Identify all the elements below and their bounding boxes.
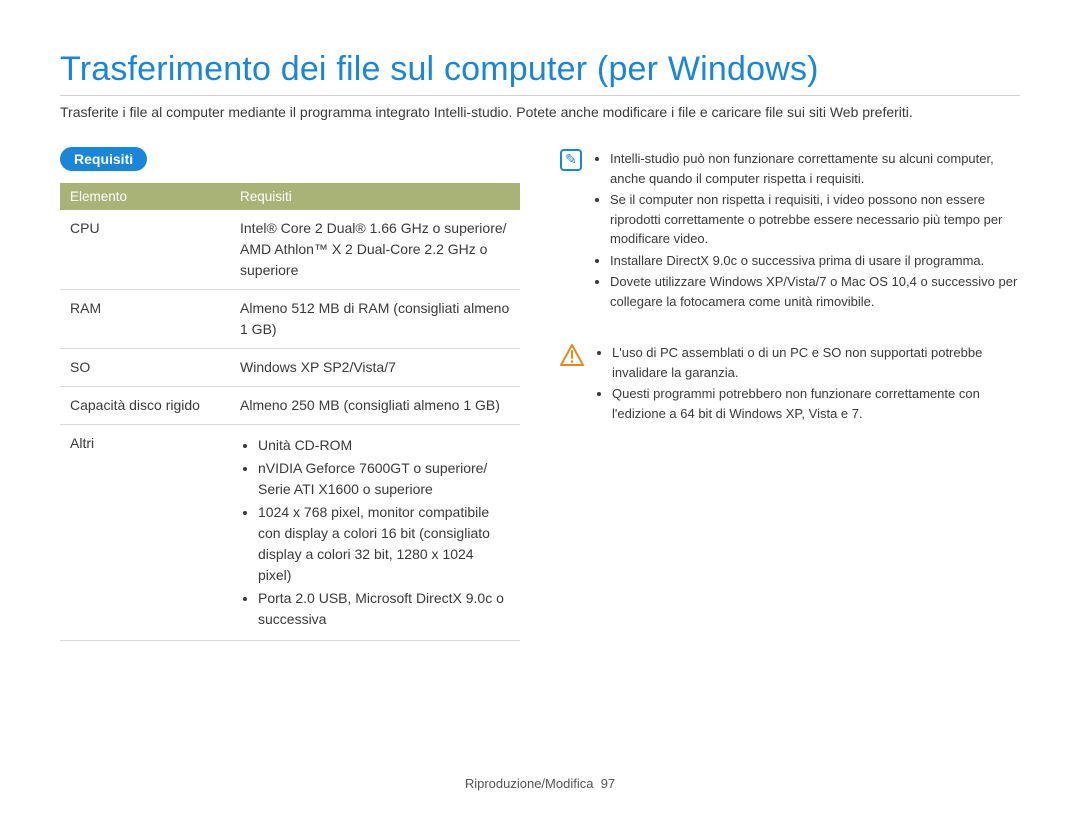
list-item: Dovete utilizzare Windows XP/Vista/7 o M… — [610, 272, 1020, 311]
header-element: Elemento — [60, 183, 230, 210]
page-title: Trasferimento dei file sul computer (per… — [60, 50, 1020, 96]
right-column: ✎ Intelli-studio può non funzionare corr… — [560, 147, 1020, 641]
table-row: RAM Almeno 512 MB di RAM (consigliati al… — [60, 290, 520, 349]
list-item: Porta 2.0 USB, Microsoft DirectX 9.0c o … — [258, 588, 510, 630]
list-item: Se il computer non rispetta i requisiti,… — [610, 190, 1020, 249]
cell-label-os: SO — [60, 349, 230, 387]
list-item: 1024 x 768 pixel, monitor compatibile co… — [258, 502, 510, 586]
cell-value-os: Windows XP SP2/Vista/7 — [230, 349, 520, 387]
list-item: nVIDIA Geforce 7600GT o superiore/ Serie… — [258, 458, 510, 500]
table-row: Capacità disco rigido Almeno 250 MB (con… — [60, 387, 520, 425]
cell-value-ram: Almeno 512 MB di RAM (consigliati almeno… — [230, 290, 520, 349]
list-item: Questi programmi potrebbero non funziona… — [612, 384, 1020, 423]
table-header-row: Elemento Requisiti — [60, 183, 520, 210]
list-item: Unità CD-ROM — [258, 435, 510, 456]
info-note-list: Intelli-studio può non funzionare corret… — [592, 147, 1020, 313]
left-column: Requisiti Elemento Requisiti CPU Intel® … — [60, 147, 520, 641]
section-label-pill: Requisiti — [60, 147, 147, 171]
other-requirements-list: Unità CD-ROM nVIDIA Geforce 7600GT o sup… — [240, 435, 510, 630]
table-row: Altri Unità CD-ROM nVIDIA Geforce 7600GT… — [60, 425, 520, 641]
footer-section: Riproduzione/Modifica — [465, 776, 594, 791]
cell-value-disk: Almeno 250 MB (consigliati almeno 1 GB) — [230, 387, 520, 425]
warning-note-list: L'uso di PC assemblati o di un PC e SO n… — [594, 341, 1020, 425]
intro-paragraph: Trasferite i file al computer mediante i… — [60, 102, 1020, 123]
cell-label-disk: Capacità disco rigido — [60, 387, 230, 425]
table-row: CPU Intel® Core 2 Dual® 1.66 GHz o super… — [60, 210, 520, 290]
two-column-layout: Requisiti Elemento Requisiti CPU Intel® … — [60, 147, 1020, 641]
info-icon: ✎ — [560, 149, 582, 171]
info-note-box: ✎ Intelli-studio può non funzionare corr… — [560, 147, 1020, 313]
cell-value-cpu: Intel® Core 2 Dual® 1.66 GHz o superiore… — [230, 210, 520, 290]
list-item: Installare DirectX 9.0c o successiva pri… — [610, 251, 1020, 271]
cell-label-cpu: CPU — [60, 210, 230, 290]
cell-value-other: Unità CD-ROM nVIDIA Geforce 7600GT o sup… — [230, 425, 520, 641]
page-footer: Riproduzione/Modifica 97 — [0, 776, 1080, 791]
header-requirement: Requisiti — [230, 183, 520, 210]
warning-icon — [560, 343, 584, 372]
table-row: SO Windows XP SP2/Vista/7 — [60, 349, 520, 387]
cell-label-other: Altri — [60, 425, 230, 641]
cell-label-ram: RAM — [60, 290, 230, 349]
requirements-table: Elemento Requisiti CPU Intel® Core 2 Dua… — [60, 183, 520, 641]
list-item: Intelli-studio può non funzionare corret… — [610, 149, 1020, 188]
warning-note-box: L'uso di PC assemblati o di un PC e SO n… — [560, 341, 1020, 425]
list-item: L'uso di PC assemblati o di un PC e SO n… — [612, 343, 1020, 382]
document-page: Trasferimento dei file sul computer (per… — [0, 0, 1080, 815]
footer-page-number: 97 — [601, 776, 615, 791]
